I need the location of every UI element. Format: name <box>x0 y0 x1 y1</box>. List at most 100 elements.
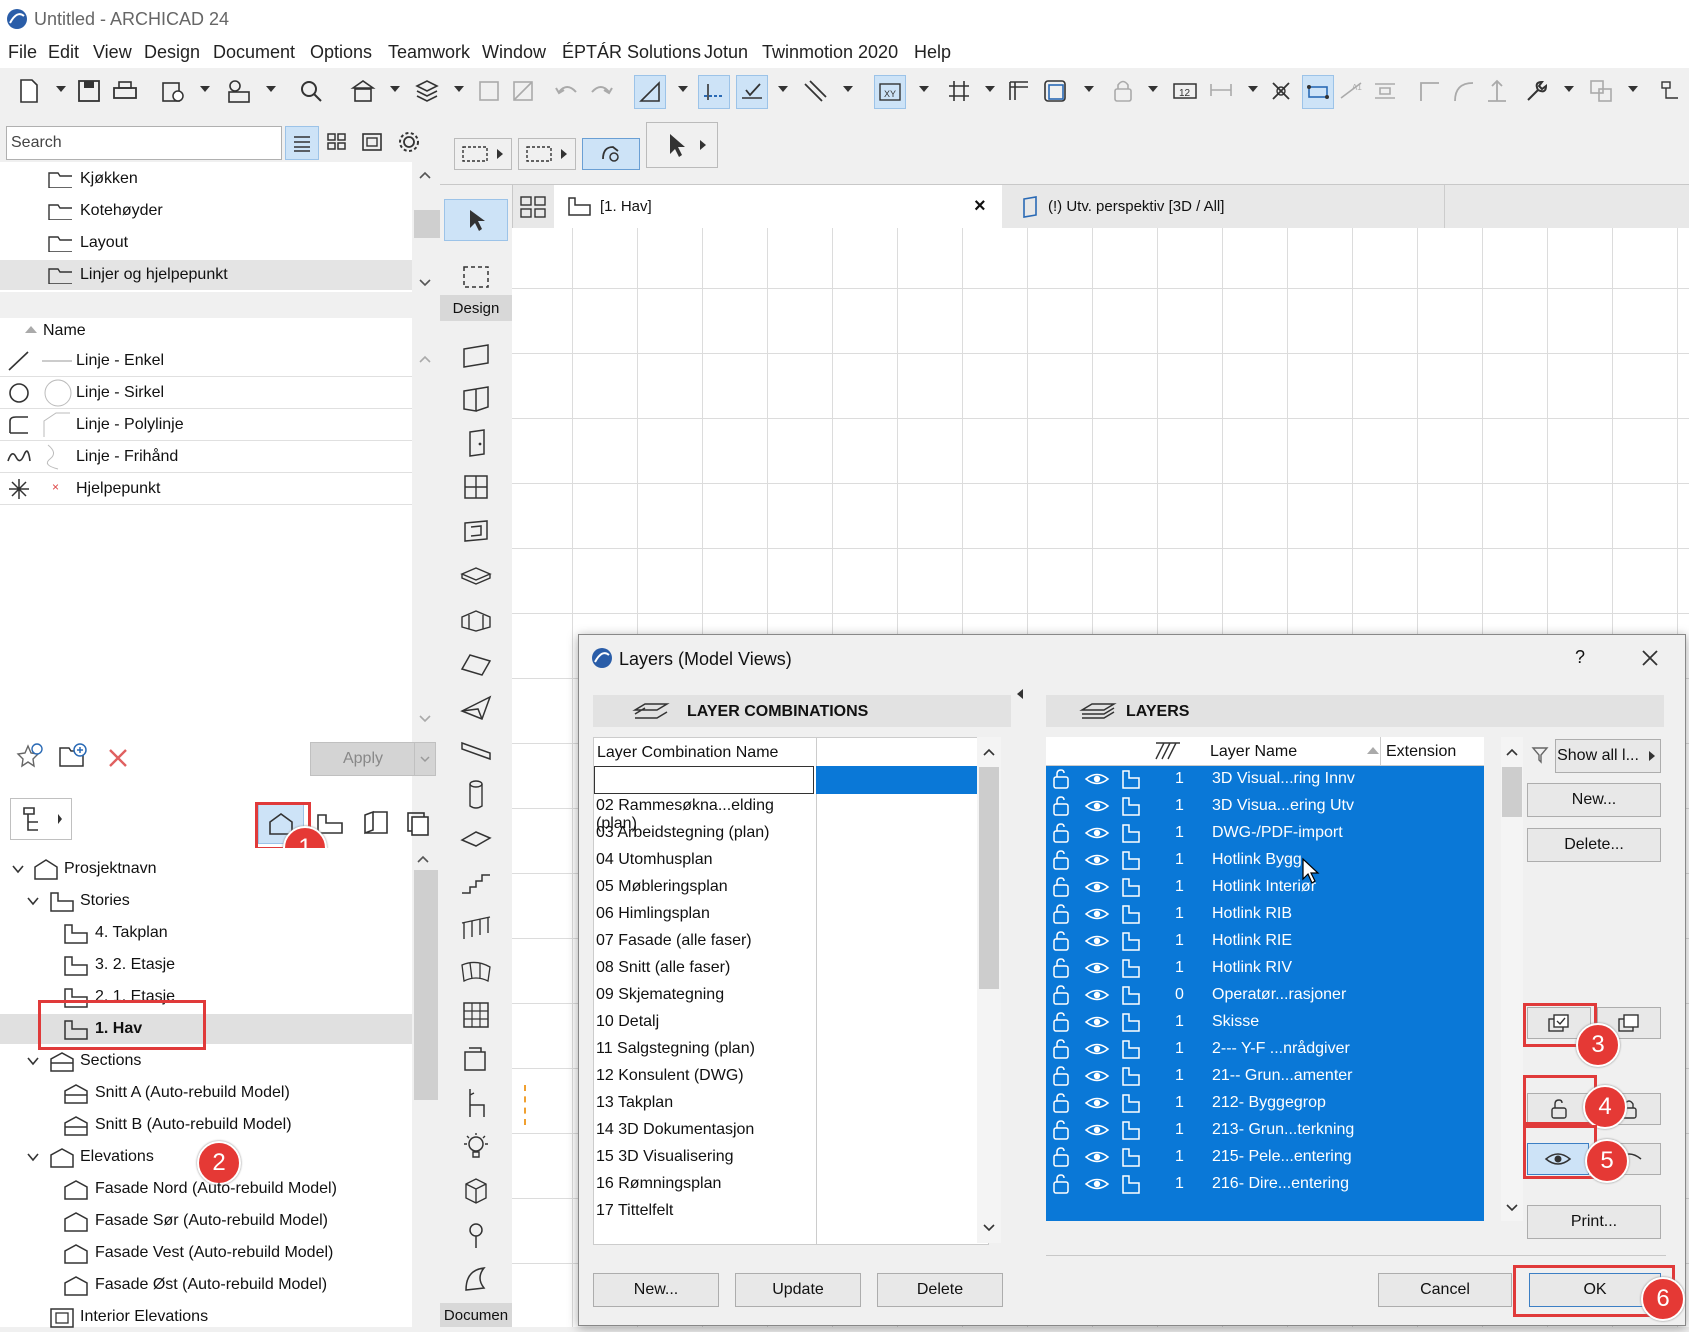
shell-tool-icon[interactable] <box>458 645 494 681</box>
scrollbar-thumb[interactable] <box>414 870 438 1100</box>
layer-lock-icon[interactable] <box>1050 876 1074 898</box>
layer-eye-icon[interactable] <box>1084 798 1110 814</box>
redo-icon[interactable] <box>586 75 616 107</box>
scroll-up-icon[interactable] <box>982 747 996 757</box>
scrollbar-thumb[interactable] <box>1502 767 1522 817</box>
design-section-header[interactable]: Design <box>440 295 512 321</box>
column-header[interactable]: Layer Combination Name <box>597 744 778 762</box>
tree-item-section[interactable]: Snitt A (Auto-rebuild Model) <box>0 1078 412 1108</box>
layer-model-mode-icon[interactable] <box>1120 768 1142 790</box>
menu-eptar[interactable]: ÉPTÁR Solutions <box>562 42 701 63</box>
stair-tool-icon[interactable] <box>458 865 494 901</box>
preview-view-icon[interactable] <box>356 126 388 158</box>
layer-lock-icon[interactable] <box>1050 1146 1074 1168</box>
layer-intersection-group[interactable]: 1 <box>1175 1175 1184 1193</box>
chevron-down-icon[interactable] <box>390 86 400 92</box>
menu-document[interactable]: Document <box>213 42 295 63</box>
scroll-down-icon[interactable] <box>982 1223 996 1233</box>
cancel-button[interactable]: Cancel <box>1378 1273 1512 1307</box>
layer-row[interactable]: 1 213- Grun...terkning <box>1046 1116 1484 1145</box>
tree-item-section[interactable]: Snitt B (Auto-rebuild Model) <box>0 1110 412 1140</box>
new-folder-icon[interactable] <box>58 742 88 770</box>
layer-row[interactable]: 1 212- Byggegrop <box>1046 1089 1484 1118</box>
layer-model-mode-icon[interactable] <box>1120 876 1142 898</box>
scroll-down-icon[interactable] <box>418 714 432 724</box>
mesh-flat-icon[interactable] <box>458 821 494 857</box>
layout-book-tab[interactable] <box>356 804 396 842</box>
layer-lock-icon[interactable] <box>1050 795 1074 817</box>
scroll-up-icon[interactable] <box>416 854 430 864</box>
layer-intersection-group[interactable]: 1 <box>1175 824 1184 842</box>
combination-row[interactable]: 04 Utomhusplan <box>593 846 813 875</box>
layer-row[interactable]: 1 3D Visua...ering Utv <box>1046 792 1484 821</box>
layer-model-mode-icon[interactable] <box>1120 1092 1142 1114</box>
tab-floor-plan[interactable]: [1. Hav] × <box>554 185 1002 228</box>
layer-eye-icon[interactable] <box>1084 1014 1110 1030</box>
railing-tool-icon[interactable] <box>458 909 494 945</box>
morph-tool-icon[interactable] <box>458 689 494 725</box>
layer-intersection-group[interactable]: 1 <box>1175 797 1184 815</box>
layer-lock-icon[interactable] <box>1050 1119 1074 1141</box>
scrollbar-thumb[interactable] <box>414 210 440 238</box>
combo-delete-button[interactable]: Delete <box>877 1273 1003 1307</box>
rotate-marquee-icon[interactable] <box>582 138 640 170</box>
column-header-extension[interactable]: Extension <box>1386 743 1456 761</box>
layer-model-mode-icon[interactable] <box>1120 984 1142 1006</box>
layer-model-mode-icon[interactable] <box>1120 1011 1142 1033</box>
combo-scrollbar[interactable] <box>977 737 1001 1243</box>
combo-update-button[interactable]: Update <box>735 1273 861 1307</box>
tree-item-sections[interactable]: Sections <box>0 1046 412 1076</box>
menu-view[interactable]: View <box>93 42 132 63</box>
menu-window[interactable]: Window <box>482 42 546 63</box>
combination-row[interactable]: 17 Tittelfelt <box>593 1197 813 1226</box>
gear-icon[interactable] <box>392 126 428 158</box>
layer-intersection-group[interactable]: 0 <box>1175 986 1184 1004</box>
layer-intersection-group[interactable]: 1 <box>1175 905 1184 923</box>
layer-intersection-group[interactable]: 1 <box>1175 1121 1184 1139</box>
folder-item[interactable]: Kjøkken <box>0 164 412 194</box>
parallel-lines-icon[interactable] <box>800 75 830 107</box>
layer-intersection-group[interactable]: 1 <box>1175 851 1184 869</box>
ruler-icon[interactable] <box>634 75 666 109</box>
layer-row[interactable]: 1 Hotlink RIB <box>1046 900 1484 929</box>
distribute-icon[interactable] <box>1370 75 1400 107</box>
new-file-icon[interactable] <box>14 75 44 107</box>
layer-eye-icon[interactable] <box>1084 1068 1110 1084</box>
print-button[interactable]: Print... <box>1527 1205 1661 1239</box>
chevron-down-icon[interactable] <box>1628 86 1638 92</box>
level-dimension-icon[interactable] <box>1206 75 1236 107</box>
layer-eye-icon[interactable] <box>1084 852 1110 868</box>
list-header-name[interactable]: Name <box>43 322 86 340</box>
layer-lock-icon[interactable] <box>1050 1092 1074 1114</box>
sunlight-icon[interactable] <box>458 1261 494 1297</box>
layer-intersection-group[interactable]: 1 <box>1175 1148 1184 1166</box>
combination-row[interactable]: 14 3D Dokumentasjon <box>593 1116 813 1145</box>
layer-row[interactable]: 1 Hotlink Interiør <box>1046 873 1484 902</box>
beam-tool-icon[interactable] <box>458 733 494 769</box>
layer-row[interactable]: 1 Hotlink RIE <box>1046 927 1484 956</box>
list-item[interactable]: Linje - Frihånd <box>0 441 412 473</box>
mesh-tool-icon[interactable] <box>458 953 494 989</box>
elevate-icon[interactable] <box>1482 75 1512 107</box>
menu-options[interactable]: Options <box>310 42 372 63</box>
combination-row[interactable]: 09 Skjemategning <box>593 981 813 1010</box>
chevron-down-icon[interactable] <box>843 86 853 92</box>
skylight-tool-icon[interactable] <box>458 513 494 549</box>
layer-model-mode-icon[interactable] <box>1120 1173 1142 1195</box>
chevron-down-icon[interactable] <box>12 864 24 874</box>
layer-row[interactable]: 1 3D Visual...ring Innv <box>1046 765 1484 794</box>
menu-teamwork[interactable]: Teamwork <box>388 42 470 63</box>
list-view-icon[interactable] <box>285 126 319 160</box>
combination-row[interactable]: 07 Fasade (alle faser) <box>593 927 813 956</box>
layer-model-mode-icon[interactable] <box>1120 1146 1142 1168</box>
layers-list[interactable]: Layer Name Extension 1 3D Visual...ring I… <box>1046 737 1484 1221</box>
chevron-down-icon[interactable] <box>919 86 929 92</box>
tree-item-elevation[interactable]: Fasade Nord (Auto-rebuild Model) <box>0 1174 412 1204</box>
tab-overview-icon[interactable] <box>512 185 554 228</box>
tree-item-elevations[interactable]: Elevations <box>0 1142 412 1172</box>
close-icon[interactable] <box>1639 647 1661 669</box>
dimension-icon[interactable]: 12 <box>1170 75 1200 107</box>
menu-design[interactable]: Design <box>144 42 200 63</box>
close-icon[interactable]: × <box>974 195 986 218</box>
search-input[interactable]: Search <box>6 126 282 160</box>
